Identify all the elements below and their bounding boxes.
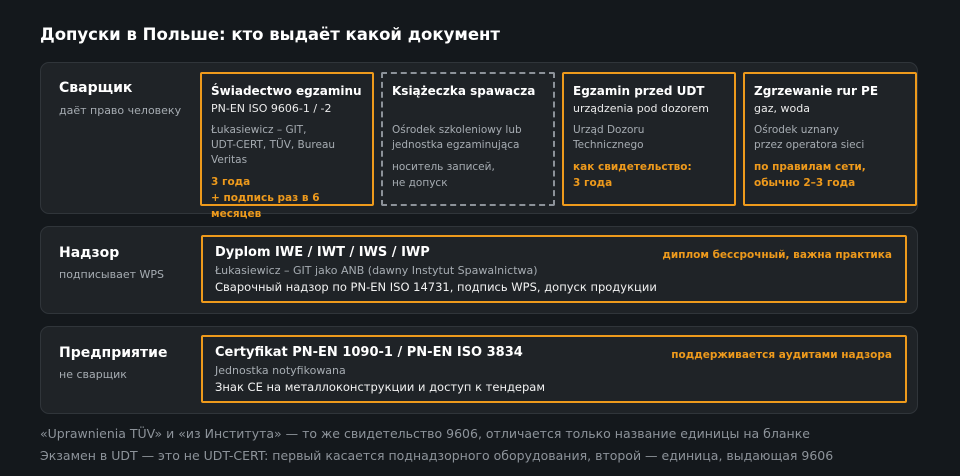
welder-panel: Сварщик даёт право человеку Świadectwo e… <box>40 62 918 220</box>
card-issuers: Łukasiewicz – GIT, UDT-CERT, TÜV, Bureau… <box>211 124 336 166</box>
supervision-subtitle: подписывает WPS <box>59 268 164 281</box>
supervision-panel: Надзор подписывает WPS Dyplom IWE / IWT … <box>40 226 918 314</box>
footer-note-1: «Uprawnienia TÜV» и «из Института» — то … <box>40 426 810 441</box>
welder-title: Сварщик <box>59 80 133 96</box>
card-egzamin-udt: Egzamin przed UDT urządzenia pod dozorem… <box>562 72 736 206</box>
welder-subtitle: даёт право человеку <box>59 104 182 117</box>
card-name: Egzamin przed UDT <box>573 84 705 98</box>
page-title: Допуски в Польше: кто выдаёт какой докум… <box>40 25 500 44</box>
card-name: Świadectwo egzaminu <box>211 84 362 98</box>
card-note: поддерживается аудитами надзора <box>671 349 892 361</box>
company-subtitle: не сварщик <box>59 368 127 381</box>
card-name: Książeczka spawacza <box>392 84 536 98</box>
card-note: диплом бессрочный, важна практика <box>662 249 892 261</box>
card-ksiazeczka: Książeczka spawacza Ośrodek szkoleniowy … <box>381 72 555 206</box>
card-certyfikat: Certyfikat PN-EN 1090-1 / PN-EN ISO 3834… <box>201 335 907 403</box>
supervision-title: Надзор <box>59 245 120 261</box>
card-issuers: Urząd Dozoru Technicznego <box>573 124 645 151</box>
card-description: Знак CE на металлоконструкции и доступ к… <box>215 380 546 394</box>
card-note: носитель записей, не допуск <box>392 161 495 189</box>
company-title: Предприятие <box>59 345 168 361</box>
card-note: как свидетельство: 3 года <box>573 161 692 189</box>
card-description: Сварочный надзор по PN-EN ISO 14731, под… <box>215 280 657 294</box>
company-panel: Предприятие не сварщик Certyfikat PN-EN … <box>40 326 918 414</box>
card-issuer: Łukasiewicz – GIT jako ANB (dawny Instyt… <box>215 264 538 277</box>
card-standard: urządzenia pod dozorem <box>573 102 709 115</box>
card-issuer: Jednostka notyfikowana <box>215 364 346 377</box>
card-standard: gaz, woda <box>754 102 810 115</box>
card-note: 3 года + подпись раз в 6 месяцев <box>211 176 320 220</box>
footer-note-2: Экзамен в UDT — это не UDT-CERT: первый … <box>40 448 834 463</box>
card-issuers: Ośrodek uznany przez operatora sieci <box>754 124 865 151</box>
card-standard: PN-EN ISO 9606-1 / -2 <box>211 102 332 115</box>
card-swiadectwo: Świadectwo egzaminu PN-EN ISO 9606-1 / -… <box>200 72 374 220</box>
card-issuers: Ośrodek szkoleniowy lub jednostka egzami… <box>392 124 522 151</box>
card-name: Zgrzewanie rur PE <box>754 84 879 98</box>
card-note: по правилам сети, обычно 2–3 года <box>754 161 866 189</box>
card-dyplom: Dyplom IWE / IWT / IWS / IWP Łukasiewicz… <box>201 235 907 303</box>
card-zgrzewanie: Zgrzewanie rur PE gaz, woda Ośrodek uzna… <box>743 72 917 206</box>
